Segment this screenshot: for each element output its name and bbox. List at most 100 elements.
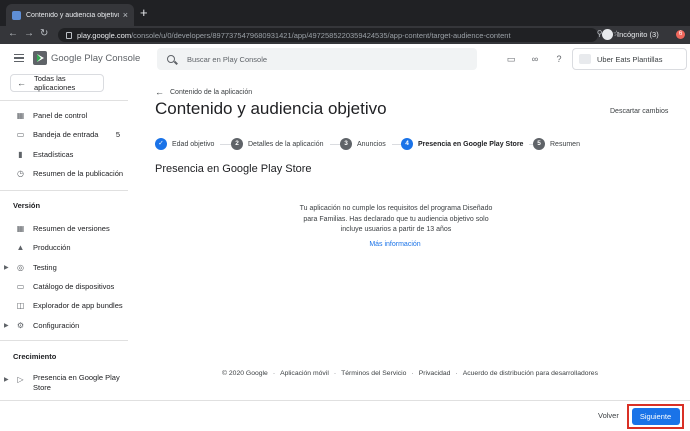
sidebar-item-label: Panel de control [33, 110, 88, 120]
all-apps-button[interactable]: ← Todas las aplicaciones [10, 74, 104, 92]
sidebar-divider [0, 100, 128, 101]
footer: © 2020 Google · Aplicación móvil · Térmi… [222, 370, 598, 377]
sidebar-item-label: Producción [33, 242, 71, 252]
step-number: 2 [231, 138, 243, 150]
sidebar-item-production[interactable]: ▲ Producción [0, 239, 132, 255]
forward-arrow-icon[interactable]: → [24, 28, 34, 39]
sidebar-item-release-overview[interactable]: ▦ Resumen de versiones [0, 220, 132, 236]
eligibility-message: Tu aplicación no cumple los requisitos d… [299, 205, 493, 233]
expand-caret-icon[interactable]: ▶ [4, 322, 9, 329]
sidebar-item-testing[interactable]: ▶ ◎ Testing [0, 259, 132, 275]
favicon-icon [12, 10, 21, 20]
incognito-indicator[interactable]: Incógnito (3) [602, 29, 659, 40]
back-arrow-icon: ← [17, 78, 26, 88]
sidebar-item-stats[interactable]: ▮ Estadísticas [0, 146, 132, 162]
search-placeholder: Buscar en Play Console [187, 54, 268, 64]
footer-separator: · [411, 370, 414, 377]
link-icon[interactable]: ∞ [530, 54, 540, 64]
footer-separator: · [455, 370, 458, 377]
browser-tab-bar: Contenido y audiencia objetivo × + [0, 0, 690, 26]
sidebar-item-label: Bandeja de entrada [33, 129, 99, 139]
account-name: Uber Eats Plantillas [597, 54, 663, 64]
menu-badge[interactable]: 6 [676, 30, 685, 39]
footer-separator: · [333, 370, 337, 377]
step-app-details[interactable]: 2 Detalles de la aplicación [231, 137, 341, 151]
sidebar-item-label: Estadísticas [33, 149, 74, 159]
step-connector [220, 143, 232, 145]
step-summary[interactable]: 5 Resumen [533, 137, 580, 151]
url-text: play.google.com/console/u/0/developers/8… [77, 30, 511, 40]
sidebar-item-store-presence[interactable]: ▶ ▷ Presencia en Google Play Store [0, 372, 132, 396]
browser-toolbar: ← → ↻ play.google.com/console/u/0/develo… [0, 26, 690, 44]
step-label: Resumen [550, 140, 580, 148]
feedback-icon[interactable]: ▭ [506, 54, 516, 64]
page-title: Contenido y audiencia objetivo [155, 99, 387, 118]
sidebar-item-label: Testing [33, 262, 57, 272]
main-content: ← Contenido de la aplicación Contenido y… [132, 74, 690, 401]
browser-tab[interactable]: Contenido y audiencia objetivo × [6, 4, 134, 26]
more-info-link[interactable]: Más información [360, 241, 430, 248]
sidebar-divider [0, 190, 128, 191]
sidebar-divider [0, 340, 128, 341]
sidebar-item-inbox[interactable]: ▭ Bandeja de entrada 5 [0, 126, 132, 142]
copyright: © 2020 Google [222, 370, 268, 377]
step-number: 5 [533, 138, 545, 150]
step-label: Detalles de la aplicación [248, 140, 324, 148]
dashboard-icon: ▦ [16, 110, 25, 120]
gear-icon: ⚙ [16, 320, 25, 330]
stats-icon: ▮ [18, 149, 23, 159]
back-button[interactable]: Volver [598, 411, 619, 420]
sidebar-item-settings[interactable]: ▶ ⚙ Configuración [0, 317, 132, 333]
incognito-icon [602, 29, 613, 40]
section-growth-heading: Crecimiento [13, 352, 57, 361]
lock-icon [66, 31, 72, 39]
bottom-action-bar: Volver Siguiente [0, 400, 690, 431]
help-icon[interactable]: ? [554, 54, 564, 64]
step-store-presence[interactable]: 4 Presencia en Google Play Store [401, 137, 541, 151]
publish-icon: ◷ [17, 168, 24, 178]
section-version-heading: Versión [13, 201, 41, 210]
inbox-icon: ▭ [16, 129, 25, 139]
address-bar[interactable]: play.google.com/console/u/0/developers/8… [58, 28, 598, 42]
back-arrow-icon: ← [155, 87, 164, 97]
testing-icon: ◎ [17, 262, 24, 272]
new-tab-button[interactable]: + [140, 5, 148, 20]
breadcrumb[interactable]: ← Contenido de la aplicación [155, 87, 252, 97]
step-ads[interactable]: 3 Anuncios [340, 137, 403, 151]
discard-changes-button[interactable]: Descartar cambios [610, 108, 668, 115]
close-tab-icon[interactable]: × [123, 10, 128, 20]
back-arrow-icon[interactable]: ← [8, 28, 18, 39]
step-number: 4 [401, 138, 413, 150]
next-button[interactable]: Siguiente [631, 408, 680, 425]
sidebar-item-label: Presencia en Google Play Store [33, 373, 120, 392]
brand-title: Google Play Console [51, 53, 141, 64]
app-header: Google Play Console Buscar en Play Conso… [0, 44, 690, 74]
incognito-label: Incógnito (3) [617, 30, 659, 39]
sidebar-item-label: Configuración [33, 320, 80, 330]
step-label: Presencia en Google Play Store [418, 140, 524, 148]
sidebar-item-label: Catálogo de dispositivos [33, 281, 115, 291]
tab-title: Contenido y audiencia objetivo [26, 11, 119, 19]
account-avatar-icon [579, 54, 591, 64]
sidebar-item-app-bundle-explorer[interactable]: ◫ Explorador de app bundles [0, 297, 132, 313]
production-icon: ▲ [16, 242, 25, 252]
footer-link-privacy[interactable]: Privacidad [419, 370, 451, 377]
expand-caret-icon[interactable]: ▶ [4, 264, 9, 271]
footer-link-terms[interactable]: Términos del Servicio [341, 370, 406, 377]
releases-icon: ▦ [16, 223, 25, 233]
sidebar-item-publishing[interactable]: ◷ Resumen de la publicación [0, 165, 132, 181]
footer-link-mobile-app[interactable]: Aplicación móvil [280, 370, 329, 377]
account-switcher[interactable]: Uber Eats Plantillas [572, 48, 687, 70]
step-target-age[interactable]: ✓ Edad objetivo [155, 137, 232, 151]
reload-icon[interactable]: ↻ [40, 28, 48, 39]
sidebar-item-device-catalog[interactable]: ▭ Catálogo de dispositivos [0, 278, 132, 294]
expand-caret-icon[interactable]: ▶ [4, 376, 9, 383]
search-input[interactable]: Buscar en Play Console [157, 48, 477, 70]
search-icon [167, 55, 175, 63]
sidebar: ← Todas las aplicaciones ▦ Panel de cont… [0, 74, 132, 431]
footer-link-distribution-agreement[interactable]: Acuerdo de distribución para desarrollad… [463, 370, 598, 377]
hamburger-menu-icon[interactable] [14, 54, 24, 62]
section-title: Presencia en Google Play Store [155, 163, 312, 175]
sidebar-item-dashboard[interactable]: ▦ Panel de control [0, 107, 132, 123]
breadcrumb-label: Contenido de la aplicación [170, 88, 253, 96]
